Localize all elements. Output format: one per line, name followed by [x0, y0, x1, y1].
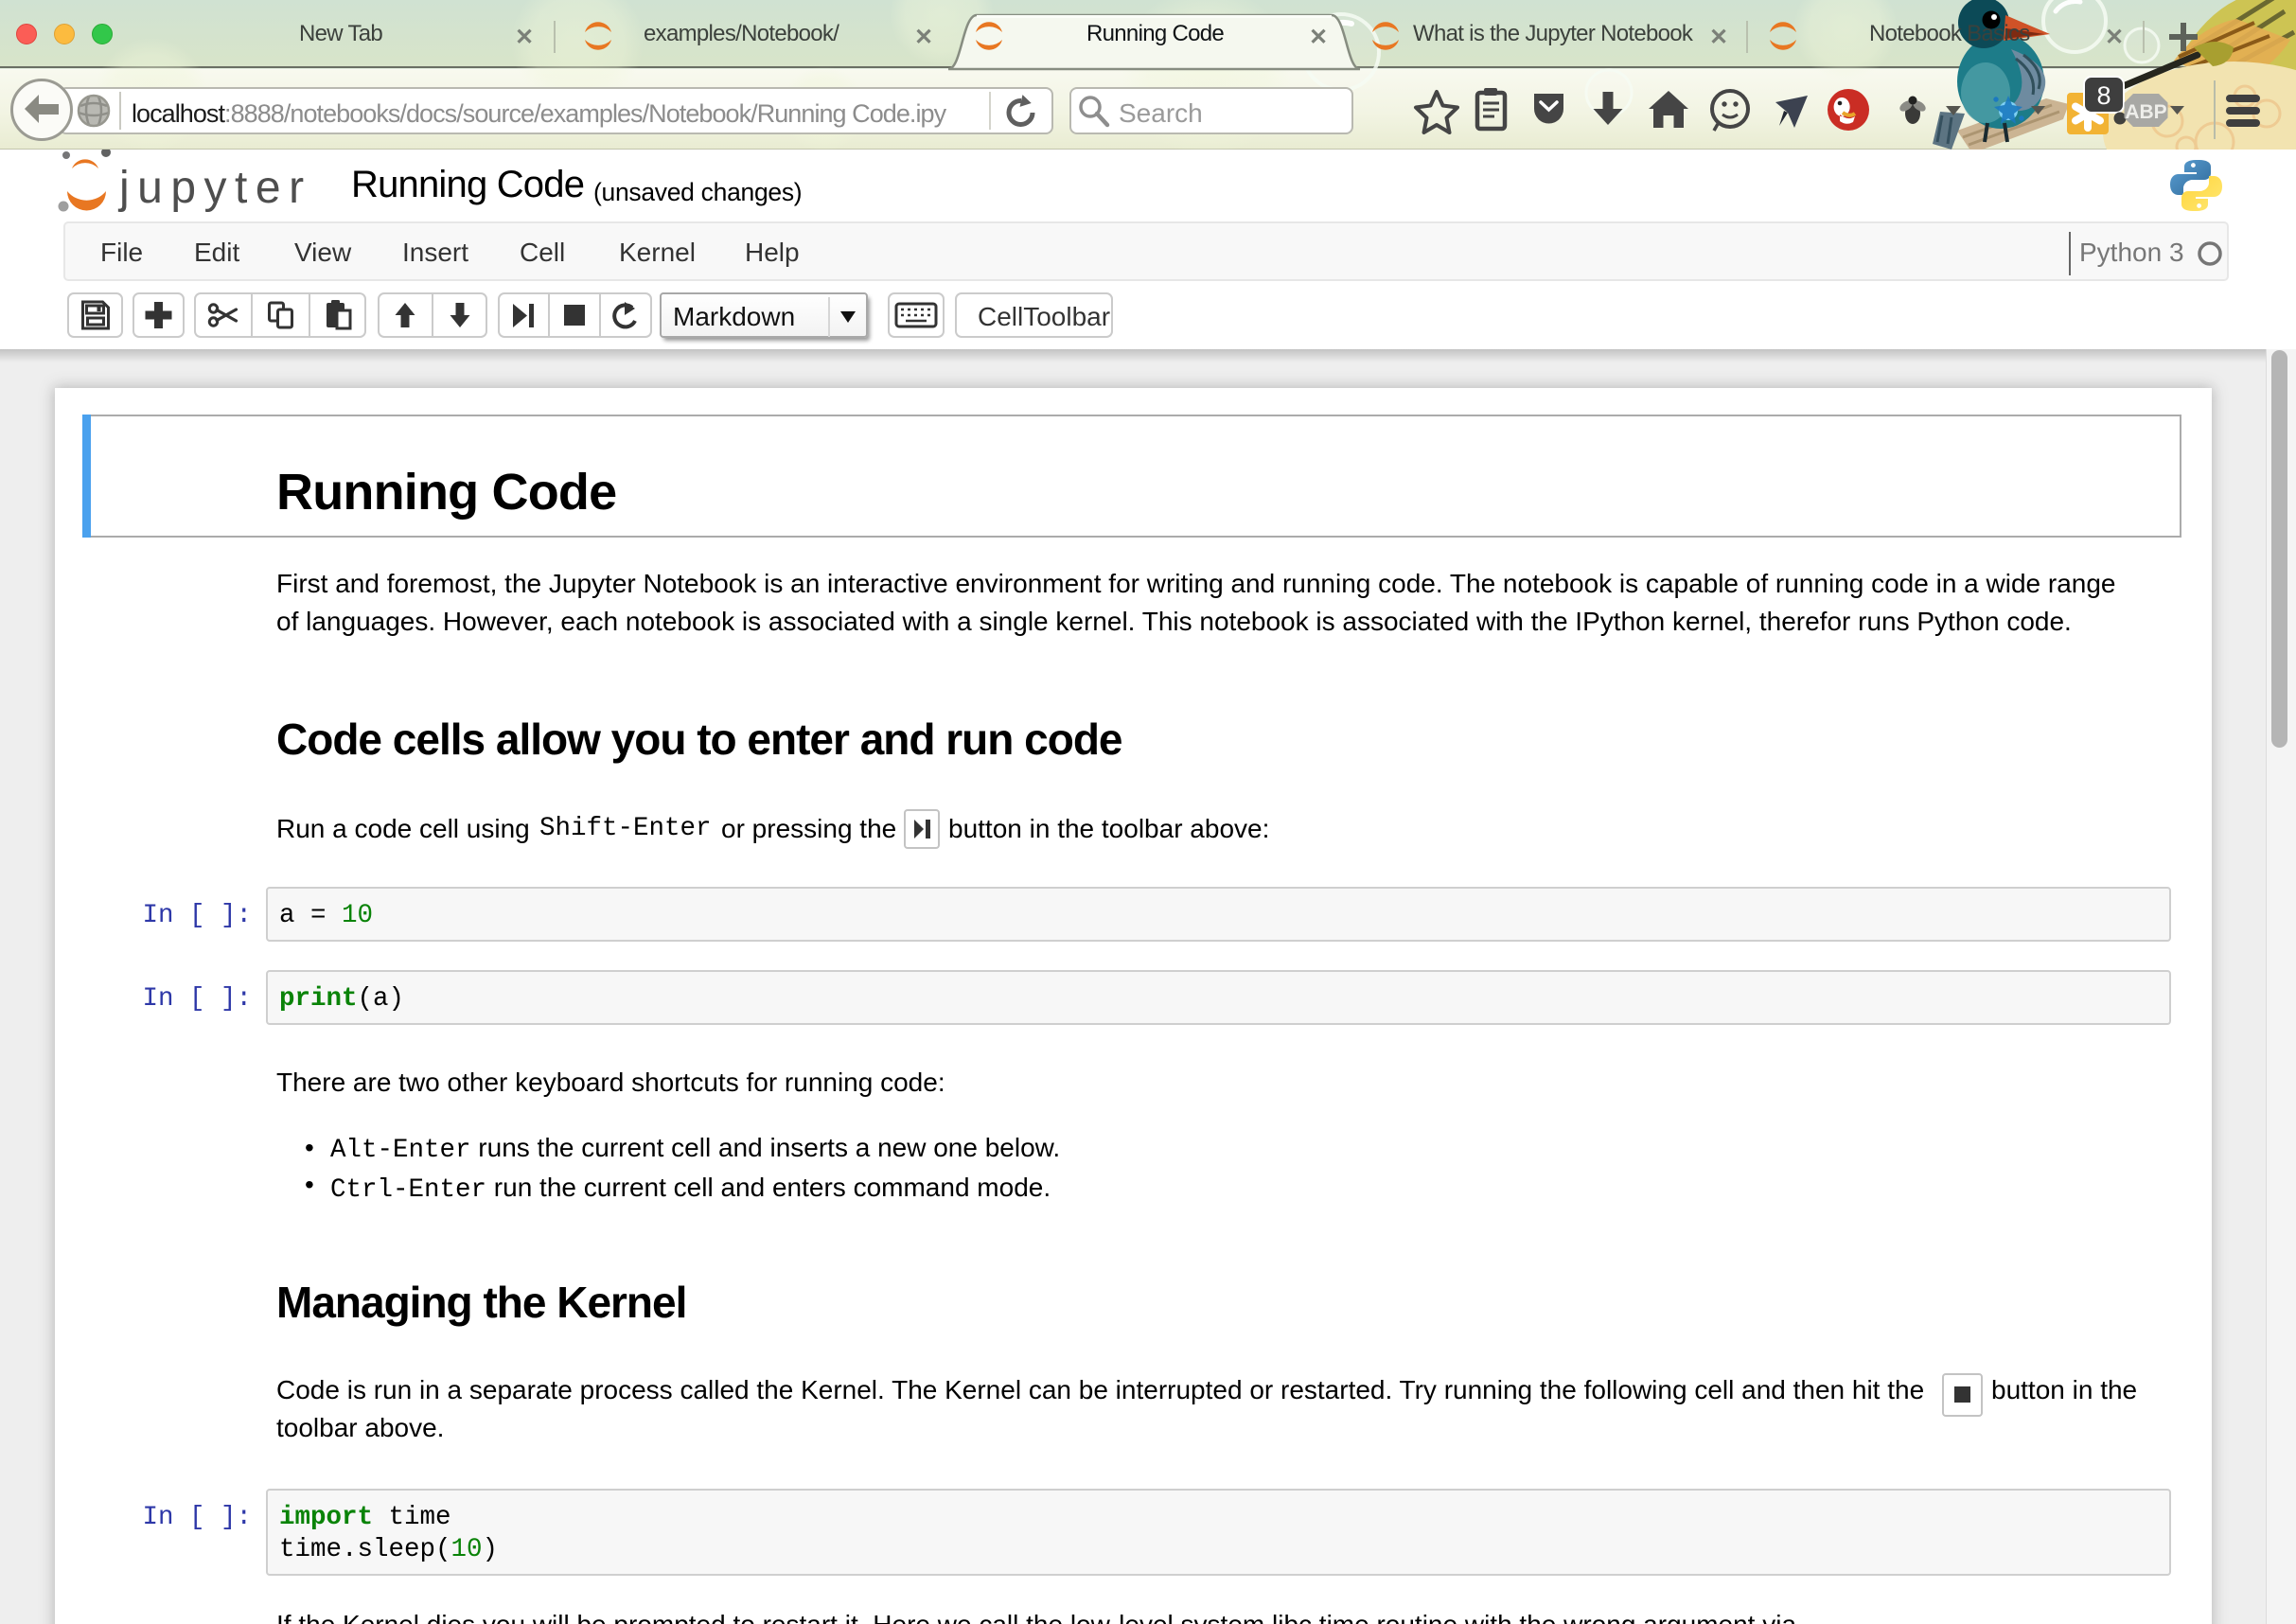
svg-text:8: 8 [2096, 81, 2111, 110]
svg-text:ABP: ABP [2125, 101, 2166, 123]
